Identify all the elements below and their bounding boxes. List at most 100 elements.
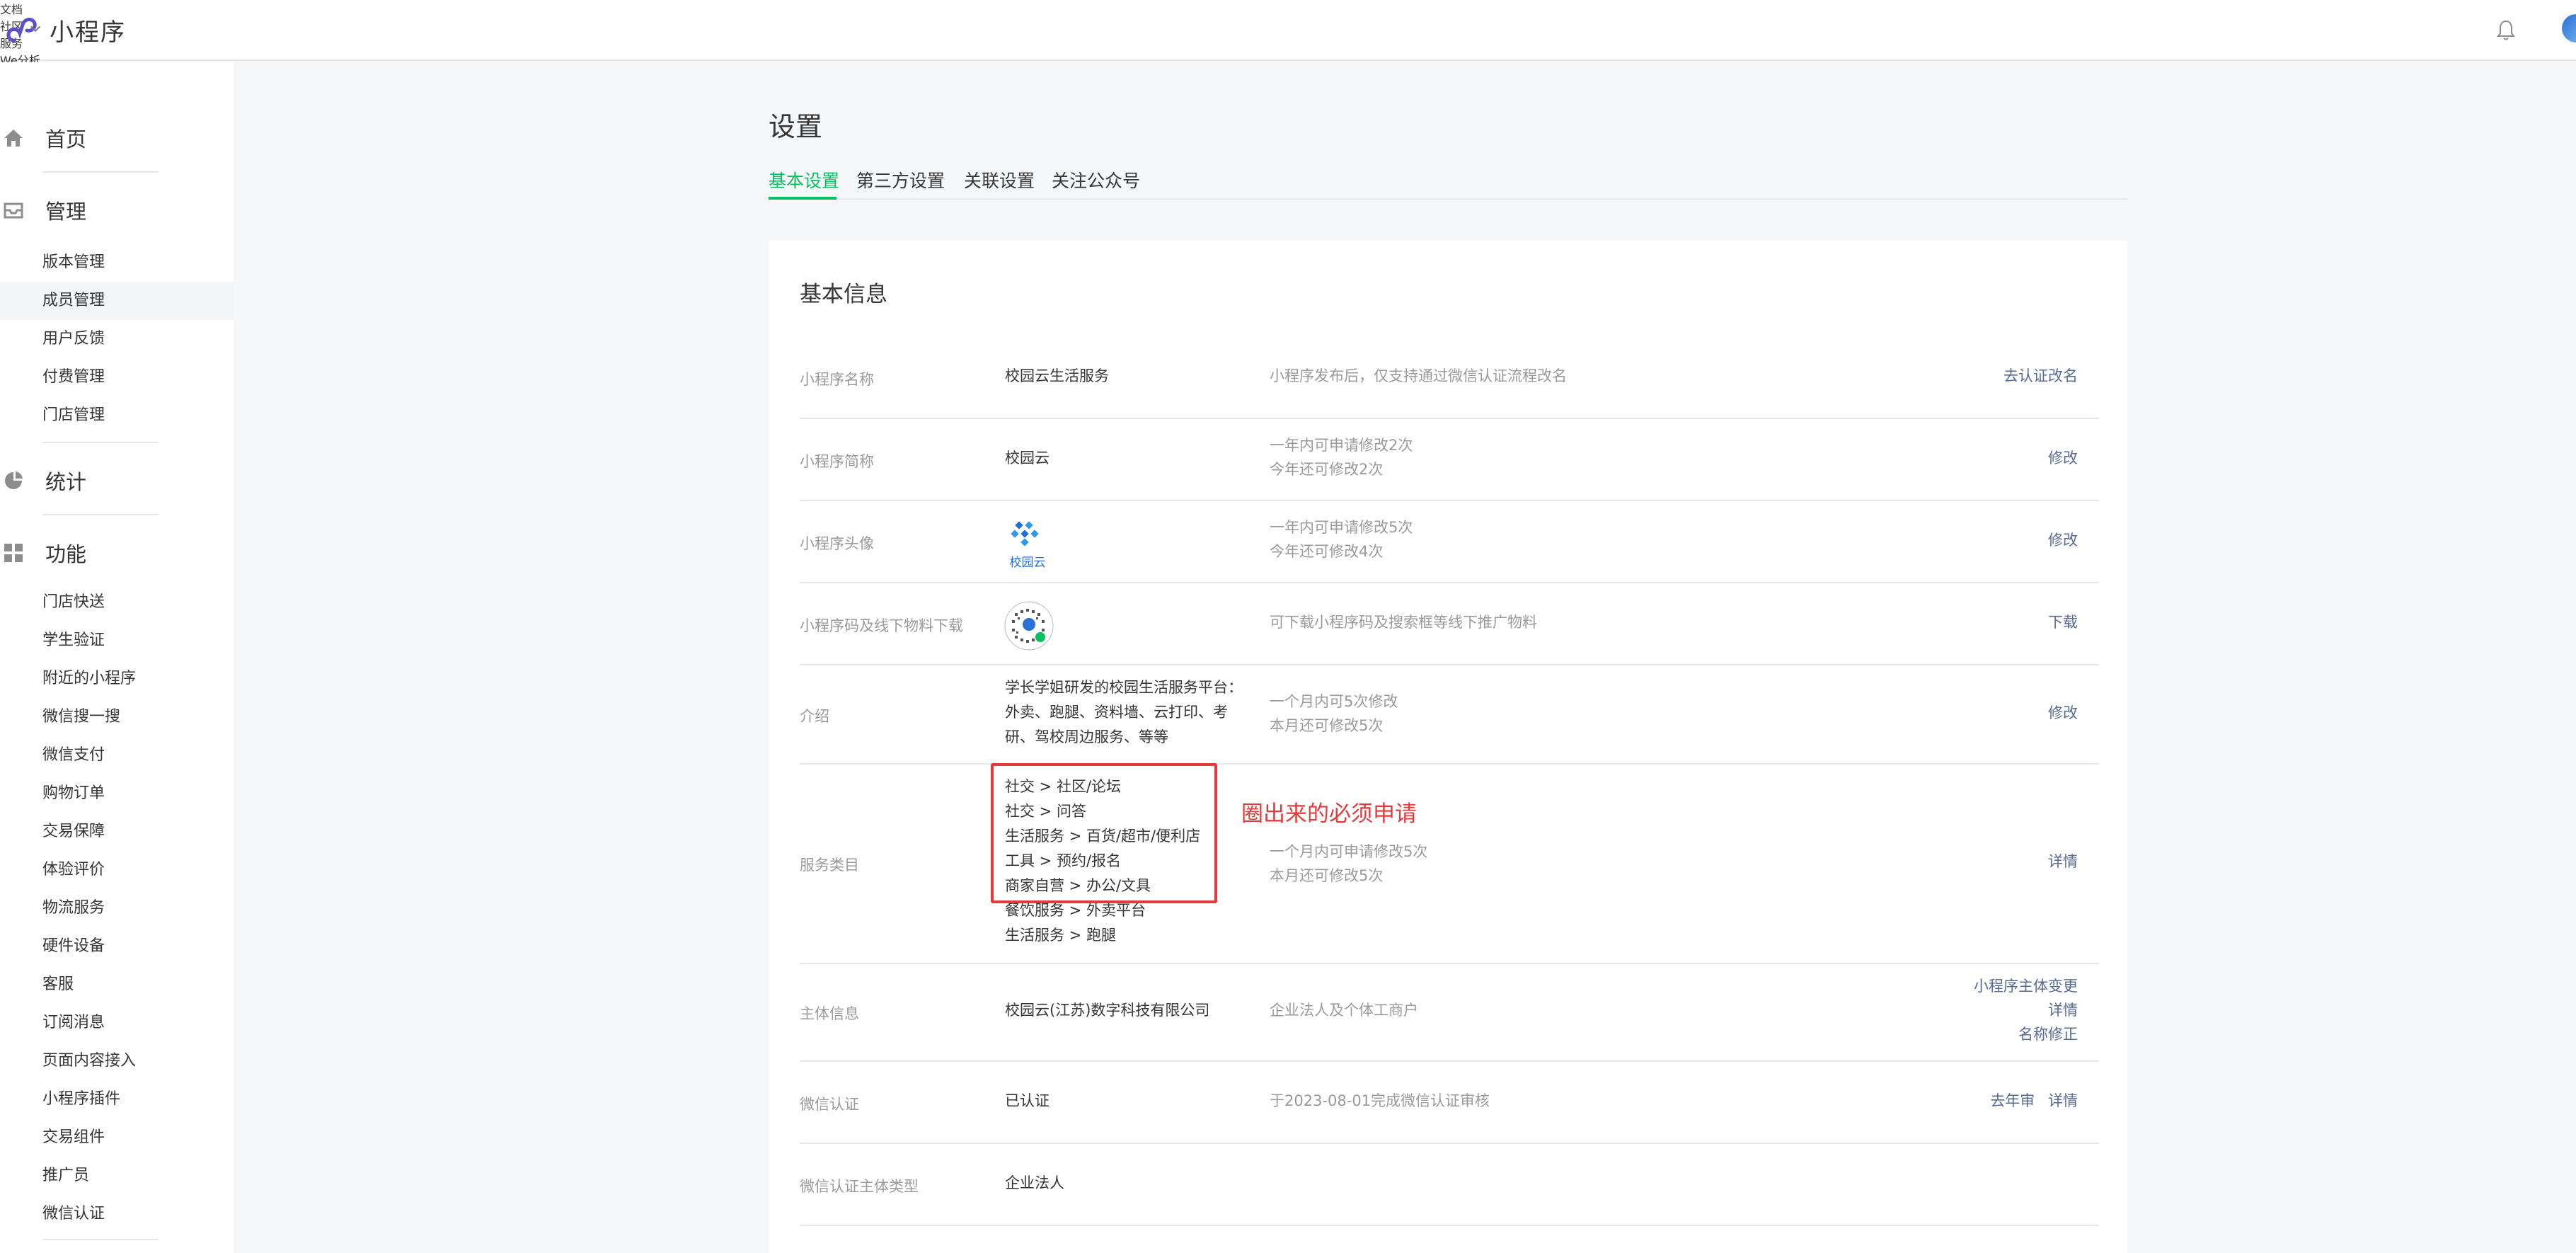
category-item: 生活服务 > 跑腿 [1005, 927, 1116, 944]
edit-link[interactable]: 修改 [2048, 446, 2078, 470]
app-logo[interactable]: 小程序 [4, 11, 126, 48]
edit-link[interactable]: 修改 [2048, 528, 2078, 552]
nav-tools[interactable]: 工具 [0, 68, 2576, 85]
sidebar-item-feature[interactable]: 学生验证 [0, 622, 234, 660]
intro-text: 学长学姐研发的校园生活服务平台： 外卖、跑腿、资料墙、云打印、考 研、驾校周边服… [1005, 675, 1243, 750]
sidebar-item-feature[interactable]: 推广员 [0, 1157, 234, 1195]
settings-tabs: 基本设置 第三方设置 关联设置 关注公众号 [769, 164, 2127, 200]
bell-icon[interactable] [2495, 18, 2517, 41]
row-desc: 一年内可申请修改2次 今年还可修改2次 [1270, 433, 1413, 481]
sidebar-item-feature[interactable]: 交易保障 [0, 813, 234, 851]
inbox-icon [4, 202, 23, 219]
row-label: 小程序简称 [800, 453, 874, 470]
tab-follow-account[interactable]: 关注公众号 [1052, 167, 1140, 193]
sidebar-item-feature[interactable]: 小程序插件 [0, 1080, 234, 1118]
tab-basic[interactable]: 基本设置 [769, 167, 839, 193]
sidebar-item-feature[interactable]: 体验评价 [0, 851, 234, 889]
sidebar-item-feature[interactable]: 客服 [0, 966, 234, 1004]
sidebar-item-feature[interactable]: 微信搜一搜 [0, 698, 234, 736]
active-tab-indicator [769, 197, 836, 200]
tab-third-party[interactable]: 第三方设置 [856, 167, 945, 193]
row-desc: 于2023-08-01完成微信认证审核 [1270, 1092, 1490, 1109]
avatar-image: 校园云 [999, 520, 1056, 570]
details-link[interactable]: 详情 [2048, 1092, 2078, 1109]
sidebar-item-payment[interactable]: 付费管理 [0, 358, 234, 396]
row-label: 介绍 [800, 708, 829, 725]
desc-line: 本月还可修改5次 [1270, 717, 1384, 734]
sidebar-section-manage[interactable]: 管理 [0, 195, 86, 225]
sidebar-section-home[interactable]: 首页 [0, 123, 86, 153]
intro-line: 学长学姐研发的校园生活服务平台： [1005, 679, 1243, 696]
sidebar-features-label: 功能 [45, 542, 87, 566]
nav-docs[interactable]: 文档 [0, 0, 2576, 17]
row-label: 小程序码及线下物料下载 [800, 617, 963, 634]
sidebar-item-feature[interactable]: 订阅消息 [0, 1004, 234, 1042]
sidebar-item-feature[interactable]: 页面内容接入 [0, 1042, 234, 1080]
sidebar-item-feature[interactable]: 微信支付 [0, 736, 234, 774]
sidebar-item-feature[interactable]: 附近的小程序 [0, 660, 234, 698]
sidebar-item-feedback[interactable]: 用户反馈 [0, 320, 234, 358]
sidebar-item-feature[interactable]: 购物订单 [0, 774, 234, 813]
sidebar-item-feature[interactable]: 硬件设备 [0, 927, 234, 966]
verify-actions: 去年审 详情 [1982, 1089, 2078, 1113]
rename-link[interactable]: 去认证改名 [2003, 364, 2078, 388]
nav-analytics[interactable]: We分析 [0, 51, 2576, 68]
details-link[interactable]: 详情 [1974, 998, 2078, 1022]
details-link[interactable]: 详情 [2048, 849, 2078, 874]
row-verify-type: 微信认证主体类型 企业法人 [800, 1144, 2099, 1226]
sidebar-item-members[interactable]: 成员管理 [0, 282, 234, 320]
sidebar-home-label: 首页 [45, 127, 87, 151]
tab-association[interactable]: 关联设置 [964, 167, 1035, 193]
top-bar: 小程序 文档 社区 服务 We分析 工具 [0, 0, 2576, 84]
row-label: 微信认证 [800, 1096, 859, 1113]
row-desc: 可下载小程序码及搜索框等线下推广物料 [1270, 614, 1537, 631]
entity-change-link[interactable]: 小程序主体变更 [1974, 974, 2078, 998]
sidebar-item-feature[interactable]: 门店快送 [0, 583, 234, 622]
row-entity: 主体信息 校园云(江苏)数字科技有限公司 企业法人及个体工商户 小程序主体变更 … [800, 964, 2099, 1062]
sidebar-section-stats[interactable]: 统计 [0, 466, 86, 496]
sidebar-item-feature[interactable]: 微信认证 [0, 1195, 234, 1233]
row-avatar: 小程序头像 校园云 一年内可申请修改5次 今年还可修改4次 修改 [800, 501, 2099, 583]
card-title: 基本信息 [800, 282, 887, 307]
row-desc: 小程序发布后，仅支持通过微信认证流程改名 [1270, 367, 1567, 384]
row-verify: 微信认证 已认证 于2023-08-01完成微信认证审核 去年审 详情 [800, 1062, 2099, 1144]
annotation-text: 圈出来的必须申请 [1241, 801, 1417, 827]
edit-link[interactable]: 修改 [2048, 701, 2078, 725]
intro-line: 外卖、跑腿、资料墙、云打印、考 [1005, 704, 1228, 721]
sidebar-divider [42, 1239, 159, 1240]
desc-line: 今年还可修改4次 [1270, 543, 1384, 560]
avatar-logo-text: 校园云 [1009, 556, 1046, 570]
sidebar-stats-label: 统计 [45, 470, 87, 494]
nav-community[interactable]: 社区 [0, 17, 2576, 34]
row-label: 微信认证主体类型 [800, 1178, 919, 1195]
sidebar-divider [42, 514, 159, 515]
sidebar-item-stores[interactable]: 门店管理 [0, 396, 234, 435]
desc-line: 一个月内可申请修改5次 [1270, 843, 1428, 860]
annual-review-link[interactable]: 去年审 [1990, 1092, 2035, 1109]
sidebar: 首页 管理 版本管理 成员管理 用户反馈 付费管理 门店管理 统计 功能 门店快… [0, 62, 234, 1253]
sidebar-section-features[interactable]: 功能 [0, 538, 86, 568]
sidebar-item-feature[interactable]: 物流服务 [0, 889, 234, 927]
row-intro: 介绍 学长学姐研发的校园生活服务平台： 外卖、跑腿、资料墙、云打印、考 研、驾校… [800, 665, 2099, 765]
download-link[interactable]: 下载 [2048, 610, 2078, 634]
nav-service[interactable]: 服务 [0, 34, 2576, 51]
sidebar-item-version[interactable]: 版本管理 [0, 244, 234, 282]
entity-actions: 小程序主体变更 详情 名称修正 [1974, 974, 2078, 1046]
row-value: 校园云生活服务 [1005, 367, 1109, 384]
page-title: 设置 [769, 111, 823, 142]
desc-line: 今年还可修改2次 [1270, 461, 1384, 478]
row-desc: 一年内可申请修改5次 今年还可修改4次 [1270, 515, 1413, 563]
sidebar-divider [42, 442, 159, 443]
row-value: 已认证 [1005, 1092, 1050, 1109]
row-short-name: 小程序简称 校园云 一年内可申请修改2次 今年还可修改2次 修改 [800, 419, 2099, 501]
sidebar-item-feature[interactable]: 交易组件 [0, 1118, 234, 1157]
row-name: 小程序名称 校园云生活服务 小程序发布后，仅支持通过微信认证流程改名 去认证改名 [800, 337, 2099, 419]
name-correction-link[interactable]: 名称修正 [1974, 1022, 2078, 1046]
row-label: 主体信息 [800, 1005, 859, 1022]
qr-code-image [1004, 600, 1054, 651]
cloud-logo-icon [1011, 521, 1039, 547]
grid-icon [4, 544, 23, 562]
row-desc: 企业法人及个体工商户 [1270, 1002, 1418, 1019]
row-qrcode: 小程序码及线下物料下载 可下载小程序码及搜索框等线下推广物料 下载 [800, 583, 2099, 665]
pie-chart-icon [5, 471, 23, 489]
